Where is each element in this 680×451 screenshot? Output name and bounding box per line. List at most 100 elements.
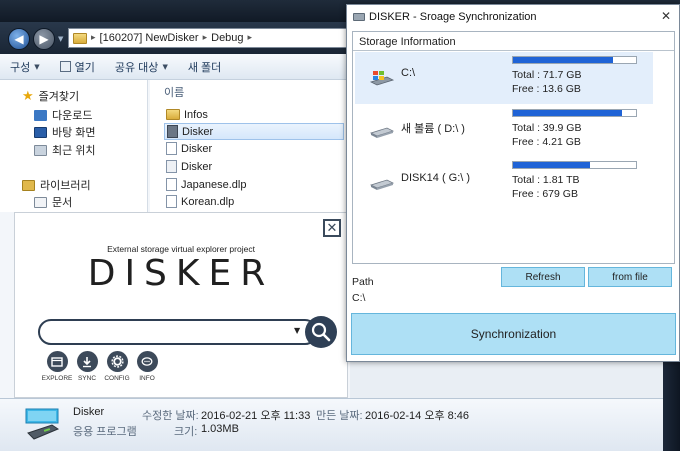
chevron-down-icon: ▼	[34, 62, 40, 71]
nav-favorites[interactable]: ★ 즐겨찾기	[22, 88, 79, 104]
new-folder-button[interactable]: 새 폴더	[178, 59, 231, 75]
group-title: Storage Information	[359, 36, 456, 48]
details-pane: Disker 응용 프로그램 수정한 날짜: 2016-02-21 오후 11:…	[0, 398, 663, 451]
drive-item-d[interactable]: 새 볼륨 ( D:\ ) Total : 39.9 GB Free : 4.21…	[355, 105, 653, 157]
close-button[interactable]: ✕	[323, 219, 341, 237]
breadcrumb-item[interactable]: Debug	[211, 32, 243, 44]
organize-button[interactable]: 구성 ▼	[0, 59, 50, 75]
nav-item-label: 최근 위치	[52, 145, 96, 157]
app-icon	[167, 125, 178, 138]
nav-libraries[interactable]: 라이브러리	[22, 177, 91, 193]
drive-free: Free : 679 GB	[512, 188, 578, 200]
file-row[interactable]: Infos	[164, 106, 344, 123]
address-bar[interactable]: ▸ [160207] NewDisker ▸ Debug ▸	[68, 28, 350, 48]
info-button[interactable]: INFO	[129, 351, 165, 382]
file-name: Disker	[182, 125, 214, 138]
folder-icon	[51, 356, 63, 367]
forward-button[interactable]: ▶	[33, 28, 55, 50]
drive-icon	[353, 13, 365, 21]
arrow-left-icon: ◀	[14, 32, 24, 46]
download-folder-icon	[34, 109, 47, 121]
breadcrumb-separator-icon[interactable]: ▸	[203, 33, 208, 43]
new-folder-label: 새 폴더	[187, 61, 222, 74]
usage-bar	[512, 109, 637, 117]
file-icon	[166, 195, 177, 208]
nav-item-recent[interactable]: 최근 위치	[34, 142, 96, 158]
file-name: Disker	[181, 142, 213, 155]
open-icon	[59, 61, 71, 72]
synchronization-button[interactable]: Synchronization	[351, 313, 676, 355]
search-icon	[311, 322, 331, 342]
file-icon	[166, 178, 177, 191]
usage-bar-fill	[513, 57, 613, 63]
file-row[interactable]: Disker	[164, 140, 344, 157]
usage-bar	[512, 56, 637, 64]
organize-label: 구성	[10, 61, 31, 74]
hard-drive-icon	[369, 179, 395, 190]
open-label: 열기	[74, 61, 95, 74]
drive-item-g[interactable]: DISK14 ( G:\ ) Total : 1.81 TB Free : 67…	[355, 157, 653, 209]
nav-item-documents[interactable]: 문서	[34, 194, 72, 210]
path-value: C:\	[352, 292, 366, 304]
detail-modified-label: 수정한 날짜:	[142, 410, 199, 422]
drive-total: Total : 1.81 TB	[512, 174, 580, 186]
open-button[interactable]: 열기	[50, 59, 105, 75]
divider	[353, 50, 674, 51]
drive-name: C:\	[401, 67, 416, 79]
file-icon	[166, 142, 177, 155]
back-button[interactable]: ◀	[8, 28, 30, 50]
nav-item-downloads[interactable]: 다운로드	[34, 107, 92, 123]
nav-item-label: 문서	[52, 197, 73, 209]
drive-item-c[interactable]: C:\ Total : 71.7 GB Free : 13.6 GB	[355, 52, 653, 104]
drive-free: Free : 4.21 GB	[512, 136, 581, 148]
file-row[interactable]: Disker	[164, 158, 344, 175]
close-icon: ✕	[326, 220, 338, 236]
history-dropdown-icon[interactable]: ▼	[58, 35, 63, 43]
refresh-button[interactable]: Refresh	[501, 267, 585, 287]
breadcrumb-separator-icon[interactable]: ▸	[248, 33, 253, 43]
star-icon: ★	[22, 88, 34, 104]
config-icon	[166, 160, 177, 173]
nav-item-desktop[interactable]: 바탕 화면	[34, 124, 96, 140]
usage-bar-fill	[513, 110, 623, 116]
nav-item-label: 바탕 화면	[52, 127, 96, 139]
drive-total: Total : 39.9 GB	[512, 122, 582, 134]
drive-name: DISK14 ( G:\ )	[401, 172, 471, 184]
external-drive-icon	[25, 408, 60, 440]
drive-free: Free : 13.6 GB	[512, 83, 581, 95]
drive-name: 새 볼륨 ( D:\ )	[401, 123, 465, 135]
search-input[interactable]	[38, 319, 318, 345]
desktop-icon	[34, 126, 47, 138]
file-list: 이름 Infos Disker Disker Disker Japanese.d…	[150, 80, 350, 212]
chat-bubble-icon	[141, 356, 153, 366]
drive-total: Total : 71.7 GB	[512, 69, 582, 81]
share-label: 공유 대상	[114, 61, 159, 74]
search-button[interactable]	[305, 316, 337, 348]
nav-favorites-label: 즐겨찾기	[38, 91, 80, 103]
file-name: Infos	[184, 108, 208, 121]
hard-drive-icon	[369, 127, 395, 138]
path-label: Path	[352, 276, 374, 288]
detail-modified-value: 2016-02-21 오후 11:33	[201, 410, 311, 422]
file-name: Korean.dlp	[181, 195, 235, 208]
detail-name: Disker	[73, 406, 105, 418]
windows-drive-icon	[369, 71, 395, 86]
usage-bar	[512, 161, 637, 169]
window-title: DISKER - Sroage Synchronization	[369, 11, 537, 23]
breadcrumb-item[interactable]: [160207] NewDisker	[100, 32, 199, 44]
command-toolbar: 구성 ▼ 열기 공유 대상 ▼ 새 폴더	[0, 54, 350, 80]
close-button[interactable]: ✕	[661, 9, 671, 23]
file-row[interactable]: Japanese.dlp	[164, 176, 344, 193]
disker-logo: DISKER	[87, 253, 275, 294]
file-name: Japanese.dlp	[181, 178, 247, 191]
file-row[interactable]: Korean.dlp	[164, 193, 344, 210]
from-file-button[interactable]: from file	[588, 267, 672, 287]
file-row[interactable]: Disker	[164, 123, 344, 140]
breadcrumb-separator-icon[interactable]: ▸	[91, 33, 96, 43]
navigation-pane: ★ 즐겨찾기 다운로드 바탕 화면 최근 위치 라이브러리 문서	[0, 80, 148, 212]
close-icon: ✕	[660, 9, 671, 23]
column-header-name[interactable]: 이름	[164, 84, 184, 100]
chevron-down-icon[interactable]: ▼	[294, 326, 300, 335]
share-with-button[interactable]: 공유 대상 ▼	[105, 59, 178, 75]
documents-icon	[34, 196, 47, 208]
